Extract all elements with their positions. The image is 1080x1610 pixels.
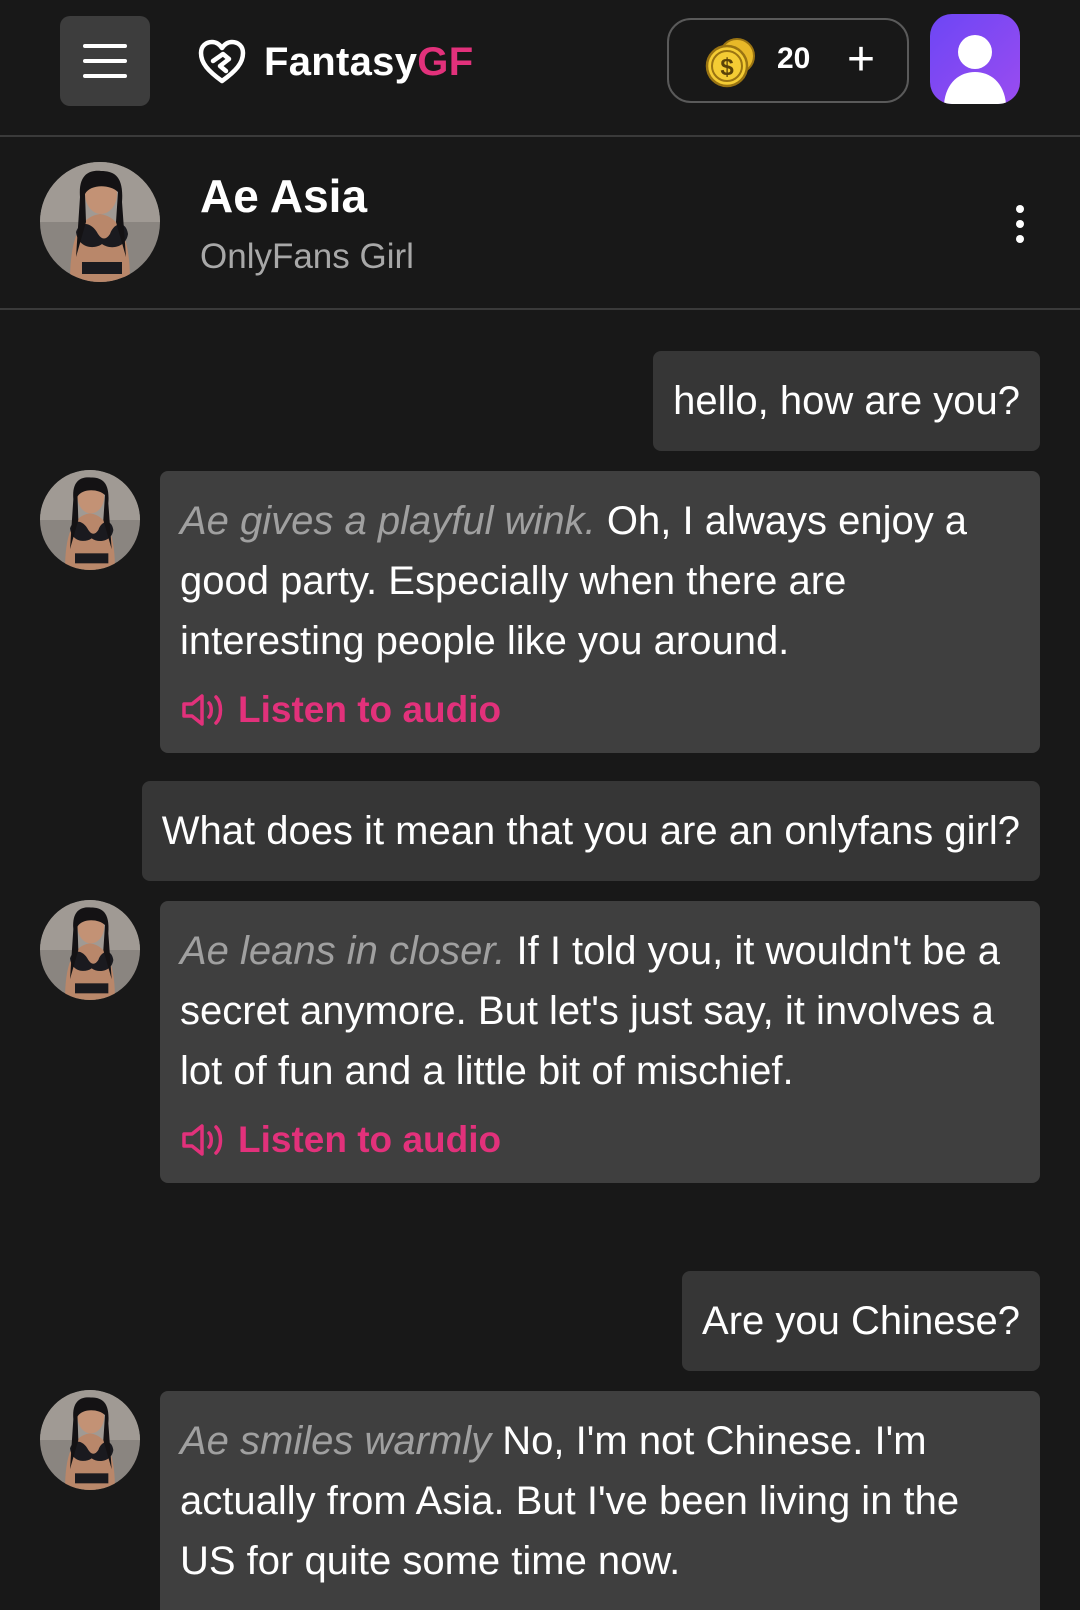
logo-text: FantasyGF: [264, 39, 474, 84]
bot-message: Ae smiles warmly No, I'm not Chinese. I'…: [160, 1391, 1040, 1610]
user-message: Are you Chinese?: [682, 1271, 1040, 1371]
user-message: What does it mean that you are an onlyfa…: [141, 781, 1040, 881]
profile-button[interactable]: [930, 14, 1020, 104]
user-icon: [944, 35, 1006, 104]
message-body: Ae smiles warmly No, I'm not Chinese. I'…: [180, 1411, 1020, 1591]
speaker-icon: [182, 694, 223, 726]
listen-audio-label: Listen to audio: [238, 1119, 502, 1160]
avatar: [40, 470, 140, 570]
message-action: Ae smiles warmly: [180, 1419, 492, 1463]
message-body: Ae leans in closer. If I told you, it wo…: [180, 921, 1020, 1101]
app-logo[interactable]: FantasyGF: [198, 34, 473, 90]
message-text: Are you Chinese?: [702, 1299, 1020, 1343]
contact-subtitle: OnlyFans Girl: [200, 237, 414, 276]
message-body: Ae gives a playful wink. Oh, I always en…: [180, 491, 1020, 671]
message-text: hello, how are you?: [673, 379, 1020, 423]
add-coins-button[interactable]: +: [847, 30, 875, 90]
kebab-menu-icon: [1016, 205, 1024, 213]
avatar: [40, 1390, 140, 1490]
top-bar: FantasyGF $ 20 +: [0, 0, 1080, 137]
svg-text:$: $: [720, 54, 734, 81]
bot-message: Ae leans in closer. If I told you, it wo…: [160, 901, 1040, 1183]
hamburger-icon: [83, 44, 127, 48]
chat-header: Ae Asia OnlyFans Girl: [0, 137, 1080, 310]
coin-count: 20: [777, 42, 811, 75]
listen-audio-button[interactable]: Listen to audio: [180, 1115, 1020, 1165]
message-action: Ae gives a playful wink.: [180, 499, 596, 543]
contact-name: Ae Asia: [200, 170, 368, 222]
heart-logo-icon: [198, 39, 246, 84]
listen-audio-button[interactable]: Listen to audio: [180, 685, 1020, 735]
coin-balance[interactable]: $ 20 +: [667, 18, 909, 103]
avatar: [40, 900, 140, 1000]
coin-icon: $: [705, 38, 755, 88]
avatar[interactable]: [40, 162, 160, 282]
menu-button[interactable]: [60, 16, 150, 106]
listen-audio-label: Listen to audio: [238, 689, 502, 730]
more-options-button[interactable]: [1000, 197, 1040, 251]
message-action: Ae leans in closer.: [180, 929, 506, 973]
message-text: What does it mean that you are an onlyfa…: [161, 809, 1020, 853]
user-message: hello, how are you?: [653, 351, 1040, 451]
speaker-icon: [182, 1124, 223, 1156]
bot-message: Ae gives a playful wink. Oh, I always en…: [160, 471, 1040, 753]
